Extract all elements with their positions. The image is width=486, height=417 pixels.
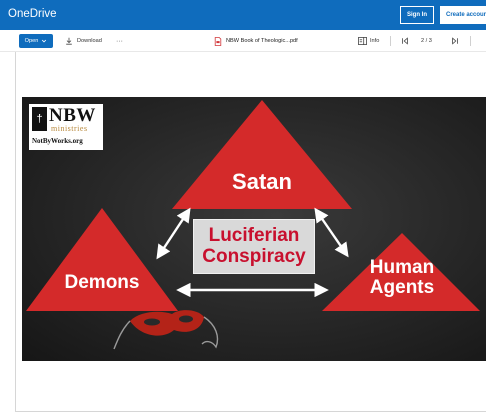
- divider: [470, 36, 471, 46]
- file-name: NBW Book of Theologic...pdf: [214, 34, 298, 48]
- download-label: Download: [77, 38, 102, 44]
- info-button[interactable]: Info: [358, 34, 379, 48]
- info-label: Info: [370, 38, 380, 44]
- arrow-satan-demons: [156, 207, 191, 260]
- center-label-line1: Luciferian: [208, 224, 300, 246]
- center-label-box: Luciferian Conspiracy: [193, 219, 315, 274]
- human-agents-line1: Human: [369, 257, 435, 278]
- open-button-label: Open: [24, 38, 39, 44]
- info-panel-icon: [358, 37, 367, 45]
- app-title[interactable]: OneDrive: [8, 8, 57, 20]
- total-pages: 3: [428, 38, 432, 44]
- top-bar: OneDrive Sign In Create account: [0, 0, 486, 30]
- page-border-bottom: [15, 411, 486, 412]
- slide-image: † NBW ministries NotByWorks.org Satan Lu…: [22, 97, 486, 361]
- arrow-satan-human: [314, 207, 349, 258]
- next-page-button[interactable]: [451, 34, 459, 48]
- sign-in-button[interactable]: Sign In: [400, 6, 434, 24]
- open-button[interactable]: Open: [19, 34, 53, 48]
- pdf-file-icon: [214, 36, 222, 46]
- page-indicator[interactable]: 2 / 3: [421, 34, 432, 48]
- more-options-button[interactable]: ···: [116, 34, 123, 48]
- first-page-icon: [402, 37, 408, 45]
- masquerade-mask-icon: [113, 310, 219, 350]
- download-button[interactable]: Download: [65, 34, 102, 48]
- logo-url: NotByWorks.org: [32, 137, 83, 145]
- file-name-text: NBW Book of Theologic...pdf: [226, 38, 298, 44]
- human-agents-label: Human Agents: [350, 258, 454, 298]
- create-account-button[interactable]: Create account: [440, 6, 486, 24]
- satan-label: Satan: [232, 169, 292, 194]
- page-border-left: [15, 52, 16, 412]
- cross-icon: †: [32, 107, 47, 131]
- chevron-down-icon: [42, 39, 47, 43]
- last-page-icon: [452, 37, 458, 45]
- command-bar: Open Download ··· NBW Book of Theologic.…: [0, 30, 486, 52]
- nbw-logo: † NBW ministries NotByWorks.org: [29, 104, 103, 150]
- human-agents-line2: Agents: [369, 276, 435, 298]
- logo-subtitle: ministries: [51, 124, 88, 133]
- demons-triangle: [26, 208, 178, 311]
- center-label-line2: Conspiracy: [202, 245, 306, 267]
- demons-label: Demons: [64, 272, 140, 293]
- previous-page-button[interactable]: [401, 34, 409, 48]
- download-icon: [66, 37, 72, 45]
- divider: [390, 36, 391, 46]
